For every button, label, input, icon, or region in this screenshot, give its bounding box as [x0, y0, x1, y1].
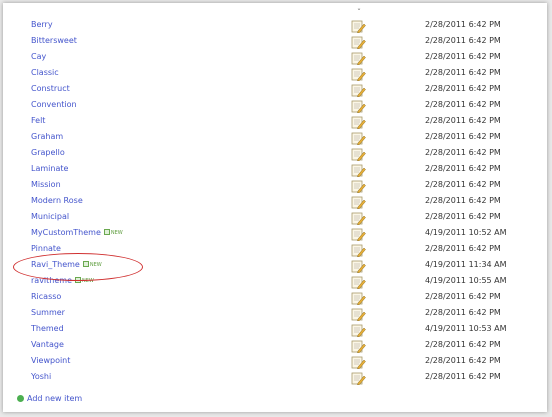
- modified-date: 2/28/2011 6:42 PM: [425, 132, 501, 141]
- modified-date: 4/19/2011 10:52 AM: [425, 228, 507, 237]
- edit-document-icon[interactable]: [351, 258, 366, 274]
- modified-date: 2/28/2011 6:42 PM: [425, 164, 501, 173]
- edit-document-icon[interactable]: [351, 242, 366, 258]
- edit-document-icon[interactable]: [351, 370, 366, 386]
- theme-name-link[interactable]: Themed: [31, 323, 64, 335]
- modified-date: 2/28/2011 6:42 PM: [425, 292, 501, 301]
- edit-document-icon[interactable]: [351, 66, 366, 82]
- edit-document-icon[interactable]: [351, 210, 366, 226]
- edit-document-icon[interactable]: [351, 274, 366, 290]
- add-item-icon: [17, 395, 24, 402]
- edit-document-icon[interactable]: [351, 130, 366, 146]
- theme-gallery-list: ˇ Berry 2/28/2011 6:42 PM Bittersweet 2/28/…: [3, 3, 547, 412]
- theme-name-link[interactable]: Classic: [31, 67, 59, 79]
- modified-date: 2/28/2011 6:42 PM: [425, 100, 501, 109]
- modified-date: 2/28/2011 6:42 PM: [425, 148, 501, 157]
- modified-date: 2/28/2011 6:42 PM: [425, 212, 501, 221]
- modified-date: 2/28/2011 6:42 PM: [425, 372, 501, 381]
- list-item: Themed 4/19/2011 10:53 AM: [3, 321, 547, 338]
- theme-name-link[interactable]: Berry: [31, 19, 53, 31]
- theme-name-link[interactable]: Municipal: [31, 211, 69, 223]
- list-item: Convention 2/28/2011 6:42 PM: [3, 97, 547, 114]
- edit-document-icon[interactable]: [351, 290, 366, 306]
- edit-document-icon[interactable]: [351, 146, 366, 162]
- edit-document-icon[interactable]: [351, 162, 366, 178]
- list-item: Laminate 2/28/2011 6:42 PM: [3, 161, 547, 178]
- edit-document-icon[interactable]: [351, 354, 366, 370]
- modified-date: 2/28/2011 6:42 PM: [425, 308, 501, 317]
- list-item: Cay 2/28/2011 6:42 PM: [3, 49, 547, 66]
- modified-date: 2/28/2011 6:42 PM: [425, 52, 501, 61]
- list-item: Mission 2/28/2011 6:42 PM: [3, 177, 547, 194]
- modified-date: 2/28/2011 6:42 PM: [425, 68, 501, 77]
- theme-name-link[interactable]: Convention: [31, 99, 77, 111]
- theme-name-link[interactable]: Mission: [31, 179, 61, 191]
- list-item: Ricasso 2/28/2011 6:42 PM: [3, 289, 547, 306]
- theme-name-link[interactable]: MyCustomTheme NEW: [31, 227, 123, 239]
- highlight-annotation: [13, 253, 143, 281]
- theme-name-link[interactable]: Yoshi: [31, 371, 51, 383]
- edit-document-icon[interactable]: [351, 34, 366, 50]
- modified-date: 2/28/2011 6:42 PM: [425, 116, 501, 125]
- edit-document-icon[interactable]: [351, 50, 366, 66]
- edit-document-icon[interactable]: [351, 306, 366, 322]
- list-item: Classic 2/28/2011 6:42 PM: [3, 65, 547, 82]
- theme-name-link[interactable]: Grapello: [31, 147, 65, 159]
- edit-document-icon[interactable]: [351, 338, 366, 354]
- sort-indicator-icon[interactable]: ˇ: [357, 9, 361, 17]
- modified-date: 2/28/2011 6:42 PM: [425, 356, 501, 365]
- modified-date: 4/19/2011 10:55 AM: [425, 276, 507, 285]
- edit-document-icon[interactable]: [351, 194, 366, 210]
- modified-date: 4/19/2011 11:34 AM: [425, 260, 507, 269]
- modified-date: 2/28/2011 6:42 PM: [425, 20, 501, 29]
- list-item: Vantage 2/28/2011 6:42 PM: [3, 337, 547, 354]
- add-new-item-link[interactable]: Add new item: [17, 393, 82, 405]
- add-new-item-label: Add new item: [27, 394, 83, 403]
- list-item: Modern Rose 2/28/2011 6:42 PM: [3, 193, 547, 210]
- theme-name-link[interactable]: Felt: [31, 115, 45, 127]
- list-item: Grapello 2/28/2011 6:42 PM: [3, 145, 547, 162]
- theme-name-link[interactable]: Modern Rose: [31, 195, 83, 207]
- modified-date: 2/28/2011 6:42 PM: [425, 340, 501, 349]
- modified-date: 2/28/2011 6:42 PM: [425, 36, 501, 45]
- list-item: Graham 2/28/2011 6:42 PM: [3, 129, 547, 146]
- theme-name-link[interactable]: Cay: [31, 51, 46, 63]
- edit-document-icon[interactable]: [351, 322, 366, 338]
- modified-date: 2/28/2011 6:42 PM: [425, 244, 501, 253]
- list-item: Felt 2/28/2011 6:42 PM: [3, 113, 547, 130]
- list-item: Municipal 2/28/2011 6:42 PM: [3, 209, 547, 226]
- modified-date: 2/28/2011 6:42 PM: [425, 84, 501, 93]
- theme-name-link[interactable]: Summer: [31, 307, 65, 319]
- theme-name-link[interactable]: Construct: [31, 83, 70, 95]
- new-badge-icon: [103, 229, 110, 235]
- theme-name-link[interactable]: Vantage: [31, 339, 64, 351]
- edit-document-icon[interactable]: [351, 18, 366, 34]
- theme-name-link[interactable]: Graham: [31, 131, 63, 143]
- theme-name-link[interactable]: Ricasso: [31, 291, 61, 303]
- list-item: Construct 2/28/2011 6:42 PM: [3, 81, 547, 98]
- list-item: Yoshi 2/28/2011 6:42 PM: [3, 369, 547, 386]
- edit-document-icon[interactable]: [351, 114, 366, 130]
- list-rows: Berry 2/28/2011 6:42 PM Bittersweet 2/28/20…: [3, 17, 547, 386]
- edit-document-icon[interactable]: [351, 226, 366, 242]
- edit-document-icon[interactable]: [351, 82, 366, 98]
- new-badge: NEW: [103, 229, 123, 236]
- theme-name-link[interactable]: Viewpoint: [31, 355, 70, 367]
- modified-date: 2/28/2011 6:42 PM: [425, 196, 501, 205]
- list-item: Viewpoint 2/28/2011 6:42 PM: [3, 353, 547, 370]
- list-item: Bittersweet 2/28/2011 6:42 PM: [3, 33, 547, 50]
- list-item: MyCustomTheme NEW 4/19/2011 10:52 AM: [3, 225, 547, 242]
- theme-name-link[interactable]: Bittersweet: [31, 35, 77, 47]
- modified-date: 4/19/2011 10:53 AM: [425, 324, 507, 333]
- theme-name-link[interactable]: Laminate: [31, 163, 68, 175]
- edit-document-icon[interactable]: [351, 98, 366, 114]
- list-item: Summer 2/28/2011 6:42 PM: [3, 305, 547, 322]
- new-badge-label: NEW: [110, 230, 123, 236]
- modified-date: 2/28/2011 6:42 PM: [425, 180, 501, 189]
- edit-document-icon[interactable]: [351, 178, 366, 194]
- list-item: Berry 2/28/2011 6:42 PM: [3, 17, 547, 34]
